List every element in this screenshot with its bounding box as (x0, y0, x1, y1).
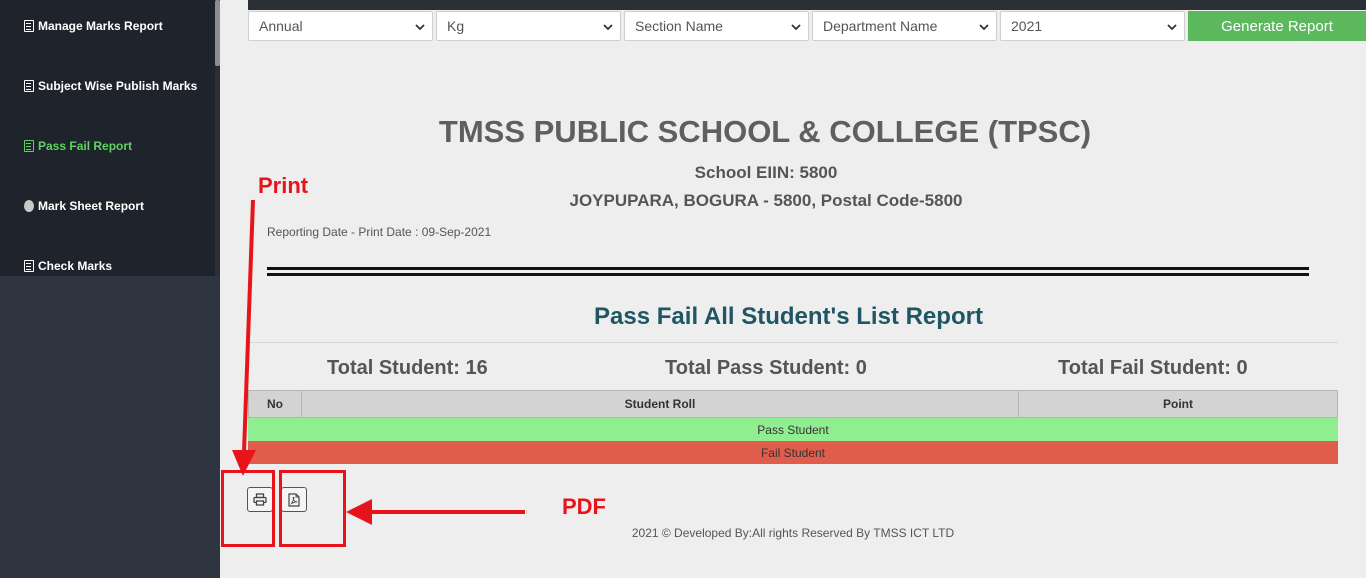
sidebar-item-mark-sheet-report[interactable]: Mark Sheet Report (24, 197, 144, 215)
fail-student-row: Fail Student (248, 441, 1338, 464)
divider-line (267, 267, 1309, 270)
print-annotation-label: Print (258, 173, 309, 198)
document-icon (24, 140, 34, 152)
sidebar-item-pass-fail-report[interactable]: Pass Fail Report (24, 137, 132, 155)
document-icon (24, 260, 34, 272)
total-student-stat: Total Student: 16 (327, 357, 488, 379)
school-name: TMSS PUBLIC SCHOOL & COLLEGE (TPSC) (438, 114, 1092, 149)
sidebar-item-label: Subject Wise Publish Marks (38, 79, 198, 93)
pdf-highlight-box (279, 470, 346, 547)
report-title: Pass Fail All Student's List Report (594, 303, 983, 330)
title-divider (248, 342, 1338, 343)
column-header-student-roll: Student Roll (302, 391, 1019, 417)
divider-line (267, 273, 1309, 276)
total-pass-stat: Total Pass Student: 0 (665, 357, 867, 379)
sidebar-item-subject-wise-publish-marks[interactable]: Subject Wise Publish Marks (24, 77, 197, 95)
sidebar-item-label: Mark Sheet Report (38, 199, 145, 213)
footer: 2021 © Developed By:All rights Reserved … (220, 526, 1366, 540)
column-header-no: No (249, 391, 302, 417)
pass-student-row: Pass Student (248, 418, 1338, 441)
chevron-down-icon (979, 24, 989, 31)
filter-header-strip (248, 0, 1366, 10)
sidebar-item-label: Pass Fail Report (38, 139, 133, 153)
department-select-value: Department Name (823, 18, 938, 34)
total-fail-stat: Total Fail Student: 0 (1058, 357, 1248, 379)
print-highlight-box (221, 470, 275, 547)
department-select[interactable]: Department Name (812, 11, 997, 41)
chevron-down-icon (1167, 24, 1177, 31)
document-icon (24, 20, 34, 32)
exam-select-value: Annual (259, 18, 303, 34)
footer-text: 2021 © Developed By:All rights Reserved … (631, 526, 955, 540)
sidebar: Manage Marks Report Subject Wise Publish… (0, 0, 220, 578)
chevron-down-icon (415, 24, 425, 31)
pdf-annotation-label: PDF (562, 494, 606, 519)
school-address: JOYPUPARA, BOGURA - 5800, Postal Code-58… (569, 191, 963, 210)
section-select[interactable]: Section Name (624, 11, 809, 41)
sidebar-item-check-marks[interactable]: Check Marks (24, 257, 112, 275)
class-select[interactable]: Kg (436, 11, 621, 41)
circle-icon (24, 200, 34, 212)
sidebar-item-label: Check Marks (38, 259, 113, 273)
main-content: Annual Kg Section Name Department Name 2… (220, 0, 1366, 578)
sidebar-item-manage-marks-report[interactable]: Manage Marks Report (24, 17, 163, 35)
reporting-date: Reporting Date - Print Date : 09-Sep-202… (267, 225, 492, 239)
section-select-value: Section Name (635, 18, 723, 34)
column-header-point: Point (1163, 397, 1193, 411)
chevron-down-icon (603, 24, 613, 31)
year-select-value: 2021 (1011, 18, 1043, 34)
generate-report-button[interactable]: Generate Report (1188, 11, 1366, 41)
document-icon (24, 80, 34, 92)
exam-select[interactable]: Annual (248, 11, 433, 41)
class-select-value: Kg (447, 18, 465, 34)
year-select[interactable]: 2021 (1000, 11, 1185, 41)
school-eiin: School EIIN: 5800 (694, 163, 838, 182)
sidebar-menu: Manage Marks Report Subject Wise Publish… (0, 0, 215, 276)
table-header: No Student Roll Point (248, 390, 1338, 418)
sidebar-item-label: Manage Marks Report (38, 19, 163, 33)
chevron-down-icon (791, 24, 801, 31)
